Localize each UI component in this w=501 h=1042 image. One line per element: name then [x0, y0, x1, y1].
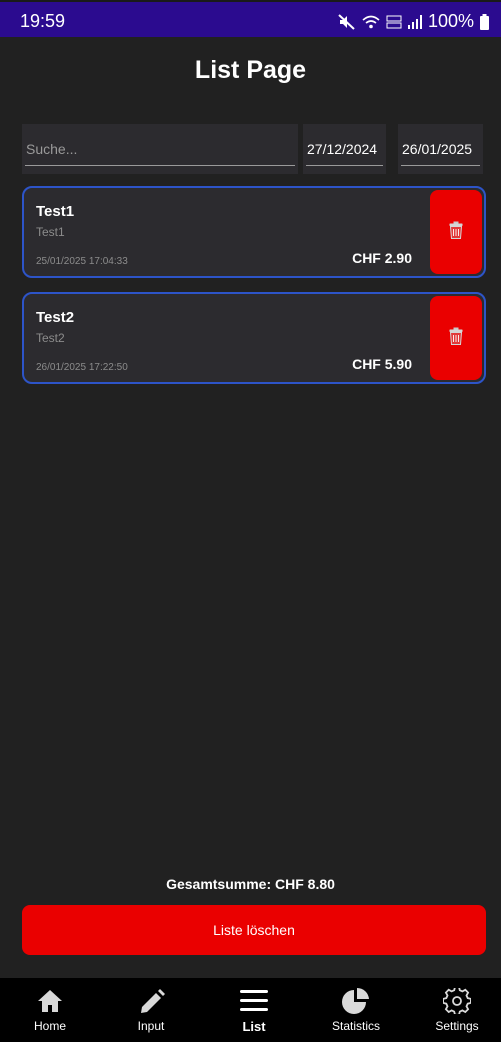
volte-icon — [386, 14, 402, 30]
bottom-navigation: Home Input List Statistics Settings — [0, 978, 501, 1042]
list-item[interactable]: Test2 Test2 26/01/2025 17:22:50 CHF 5.90 — [22, 292, 486, 384]
item-title: Test2 — [36, 309, 75, 326]
nav-item-input[interactable]: Input — [101, 978, 201, 1042]
date-from-field[interactable]: 27/12/2024 — [303, 124, 386, 174]
nav-label-list: List — [242, 1019, 266, 1034]
list-icon — [204, 988, 304, 1014]
item-subtitle: Test1 — [36, 225, 65, 239]
nav-item-list[interactable]: List — [204, 978, 304, 1042]
home-icon — [0, 988, 100, 1014]
nav-label-input: Input — [137, 1019, 165, 1033]
nav-item-statistics[interactable]: Statistics — [306, 978, 406, 1042]
total-sum: Gesamtsumme: CHF 8.80 — [166, 876, 335, 892]
pencil-icon — [101, 988, 201, 1014]
date-to-field[interactable]: 26/01/2025 — [398, 124, 483, 174]
date-from-value: 27/12/2024 — [307, 141, 378, 157]
date-to-underline — [401, 165, 480, 166]
nav-label-settings: Settings — [435, 1019, 479, 1033]
trash-icon — [449, 221, 463, 244]
battery-icon — [480, 13, 489, 30]
item-amount: CHF 5.90 — [352, 356, 412, 372]
battery-percentage: 100% — [427, 11, 474, 31]
item-subtitle: Test2 — [36, 331, 65, 345]
clear-list-button[interactable]: Liste löschen — [22, 905, 486, 955]
status-time: 19:59 — [20, 11, 66, 31]
item-amount: CHF 2.90 — [352, 250, 412, 266]
date-to-value: 26/01/2025 — [402, 141, 473, 157]
delete-item-button[interactable] — [430, 190, 482, 274]
nav-label-home: Home — [33, 1019, 66, 1033]
item-datetime: 26/01/2025 17:22:50 — [36, 362, 128, 373]
list-item[interactable]: Test1 Test1 25/01/2025 17:04:33 CHF 2.90 — [22, 186, 486, 278]
signal-icon — [407, 14, 422, 30]
search-input[interactable]: Suche... — [22, 124, 298, 174]
status-icons: 100% — [338, 11, 489, 32]
page-title: List Page — [194, 56, 307, 84]
wifi-icon — [362, 14, 380, 30]
item-title: Test1 — [36, 203, 75, 220]
item-datetime: 25/01/2025 17:04:33 — [36, 256, 128, 267]
search-underline — [25, 165, 295, 166]
mute-icon — [338, 13, 356, 30]
list-page-screen: 19:59 100% List Page Suche... 27/12/2024… — [0, 0, 501, 1042]
nav-label-statistics: Statistics — [331, 1019, 380, 1033]
status-bar: 19:59 100% — [0, 0, 501, 37]
delete-item-button[interactable] — [430, 296, 482, 380]
nav-item-home[interactable]: Home — [0, 978, 100, 1042]
clear-list-label: Liste löschen — [213, 922, 295, 938]
pie-chart-icon — [306, 988, 406, 1014]
trash-icon — [449, 327, 463, 350]
gear-icon — [407, 988, 501, 1014]
nav-item-settings[interactable]: Settings — [407, 978, 501, 1042]
date-from-underline — [306, 165, 383, 166]
search-placeholder: Suche... — [26, 141, 78, 157]
